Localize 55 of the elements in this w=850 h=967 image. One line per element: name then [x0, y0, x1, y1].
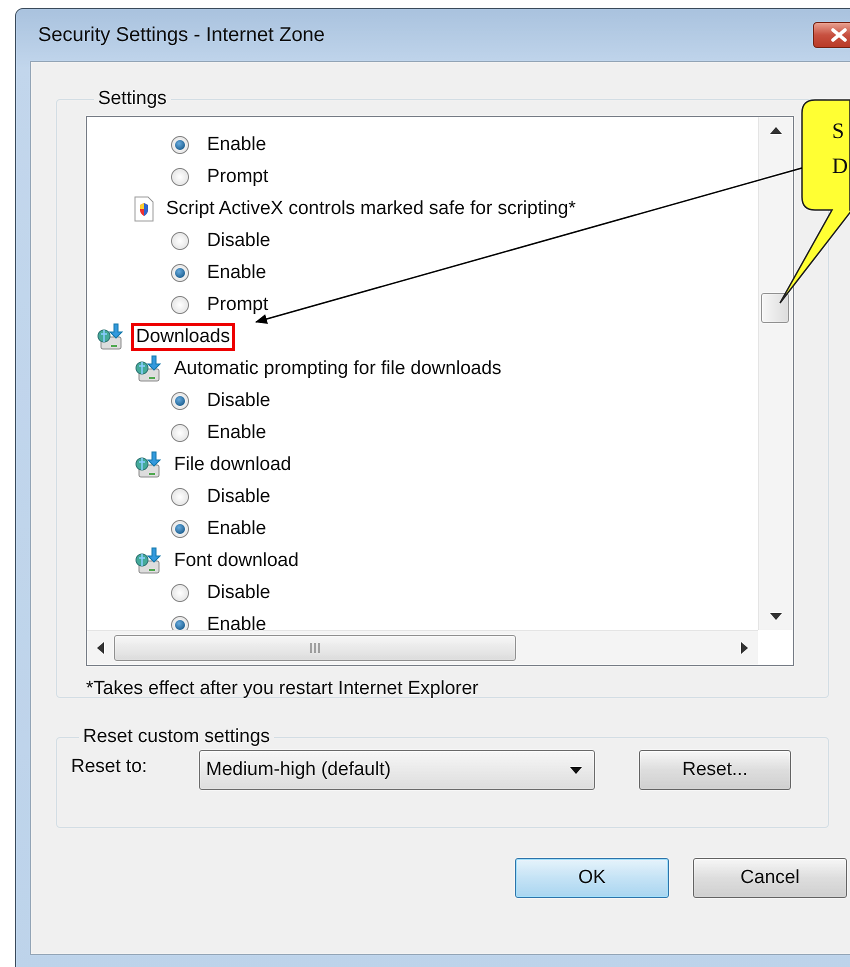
option-label: Disable [207, 230, 270, 252]
left-arrow-icon [97, 642, 104, 654]
vertical-scrollbar[interactable] [758, 117, 793, 630]
setting-label: Font download [173, 549, 300, 573]
right-arrow-icon [741, 642, 748, 654]
option-label: Enable [207, 614, 266, 630]
setting-label: Automatic prompting for file downloads [173, 357, 502, 381]
radio-button[interactable] [171, 232, 189, 250]
group-label: Settings [97, 88, 168, 110]
radio-button[interactable] [171, 136, 189, 154]
radio-button[interactable] [171, 296, 189, 314]
radio-button[interactable] [171, 168, 189, 186]
radio-button[interactable] [171, 488, 189, 506]
callout-text: D [832, 153, 848, 179]
radio-button[interactable] [171, 520, 189, 538]
download-icon [133, 355, 163, 383]
radio-button[interactable] [171, 616, 189, 630]
scroll-thumb[interactable] [114, 635, 516, 661]
horizontal-scrollbar[interactable] [87, 630, 758, 665]
download-icon [133, 547, 163, 575]
footnote: *Takes effect after you restart Internet Explorer [86, 678, 480, 700]
download-icon [95, 323, 125, 351]
dialog-button[interactable]: Cancel [693, 858, 847, 898]
close-button[interactable] [813, 22, 850, 48]
callout-text: S [832, 118, 844, 144]
scroll-thumb[interactable] [761, 293, 789, 323]
option-label: Enable [207, 134, 266, 156]
reset-level-dropdown[interactable]: Medium-high (default) [199, 750, 595, 790]
down-arrow-icon [770, 613, 782, 620]
option-label: Disable [207, 390, 270, 412]
setting-label: Script ActiveX controls marked safe for scripting* [165, 197, 577, 221]
caret-icon [570, 766, 582, 774]
grip-icon [310, 643, 320, 653]
radio-button[interactable] [171, 424, 189, 442]
dialog-button[interactable]: OK [515, 858, 669, 898]
option-label: Enable [207, 262, 266, 284]
setting-label: File download [173, 453, 292, 477]
script-icon [133, 196, 155, 222]
window-title: Security Settings - Internet Zone [38, 24, 325, 46]
option-label: Prompt [207, 166, 268, 188]
setting-label: Downloads [131, 323, 235, 351]
radio-button[interactable] [171, 392, 189, 410]
download-icon [133, 451, 163, 479]
option-label: Prompt [207, 294, 268, 316]
option-label: Disable [207, 582, 270, 604]
option-label: Disable [207, 486, 270, 508]
option-label: Enable [207, 518, 266, 540]
radio-button[interactable] [171, 584, 189, 602]
reset-to-label: Reset to: [71, 756, 148, 778]
group-label: Reset custom settings [82, 726, 271, 748]
close-icon [830, 28, 848, 42]
radio-button[interactable] [171, 264, 189, 282]
reset-button[interactable]: Reset... [639, 750, 791, 790]
up-arrow-icon [770, 127, 782, 134]
option-label: Enable [207, 422, 266, 444]
